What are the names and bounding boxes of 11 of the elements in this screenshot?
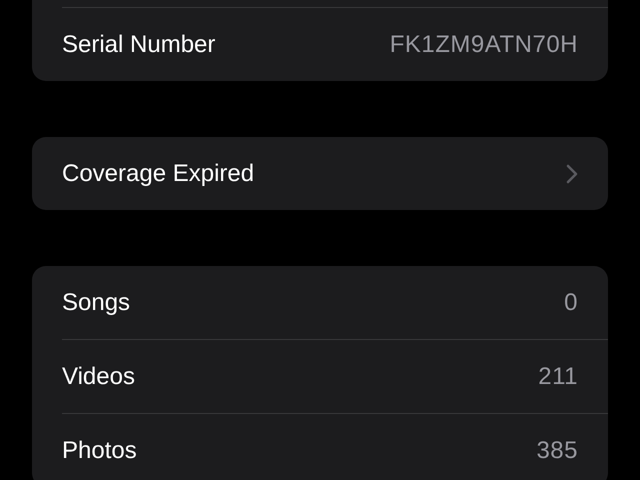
row-value: FK1ZM9ATN70H [390,32,578,56]
row-value: 211 [538,364,578,388]
row-value: 0 [564,290,578,314]
row-label: Coverage Expired [62,162,254,186]
chevron-icon [566,164,578,184]
row-label: Serial Number [62,32,216,56]
coverage-row[interactable]: Coverage Expired [62,137,608,210]
row-label: Songs [62,290,130,314]
row-label: Photos [62,438,137,462]
row-value: 385 [536,438,578,462]
row-label: Videos [62,364,135,388]
